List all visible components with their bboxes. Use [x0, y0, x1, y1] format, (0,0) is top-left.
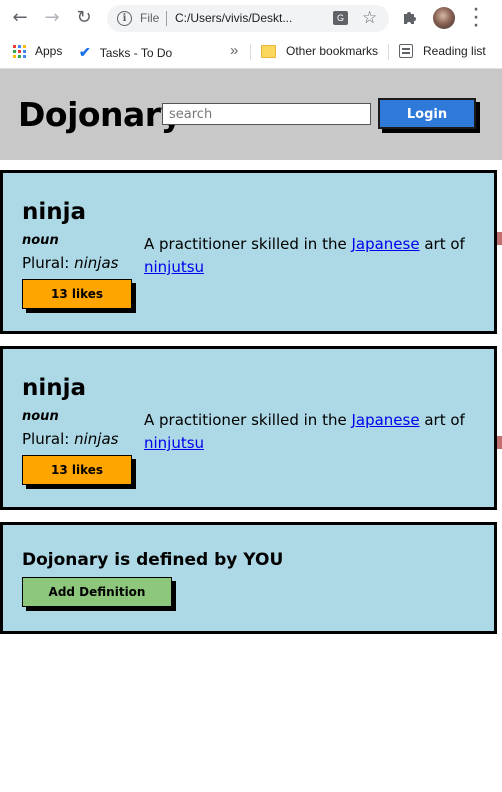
bookmark-tasks[interactable]: ✔ Tasks - To Do: [79, 44, 172, 61]
plural-label: Plural:: [22, 254, 70, 272]
definition-part: A practitioner skilled in the: [144, 235, 352, 253]
reload-icon[interactable]: ↻: [72, 6, 96, 30]
entry-word: ninja: [22, 375, 87, 401]
plural-label: Plural:: [22, 430, 70, 448]
site-header: Dojonary Login: [0, 69, 502, 160]
site-info-icon[interactable]: i: [117, 11, 132, 26]
plural-form: Plural: ninjas: [22, 430, 118, 448]
forward-arrow-icon[interactable]: →: [40, 6, 64, 30]
plural-form: Plural: ninjas: [22, 254, 118, 272]
plural-value: ninjas: [74, 430, 119, 448]
definition-part: A practitioner skilled in the: [144, 411, 352, 429]
apps-grid-icon: [13, 44, 26, 58]
extensions-puzzle-icon[interactable]: [401, 8, 419, 26]
scrollbar-marker: [497, 436, 502, 449]
likes-button[interactable]: 13 likes: [22, 279, 132, 309]
definition-part: art of: [419, 235, 465, 253]
add-definition-button[interactable]: Add Definition: [22, 577, 172, 607]
search-input[interactable]: [162, 103, 371, 125]
definition-link[interactable]: Japanese: [351, 411, 419, 429]
site-logo[interactable]: Dojonary: [18, 95, 182, 134]
bookmarks-bar: Apps ✔ Tasks - To Do » Other bookmarks R…: [0, 36, 502, 69]
url-text[interactable]: C:/Users/vivis/Deskt...: [175, 11, 292, 25]
part-of-speech: noun: [22, 409, 59, 424]
scrollbar-marker: [497, 232, 502, 245]
definition-link[interactable]: ninjutsu: [144, 258, 204, 276]
bookmark-label: Apps: [35, 44, 63, 58]
bookmark-star-icon[interactable]: ☆: [362, 8, 377, 28]
browser-menu-icon[interactable]: · · ·: [471, 3, 481, 33]
login-button[interactable]: Login: [378, 98, 476, 129]
bookmarks-divider: [388, 44, 389, 60]
likes-button[interactable]: 13 likes: [22, 455, 132, 485]
translate-icon[interactable]: G: [333, 11, 348, 25]
bookmarks-divider: [250, 44, 251, 60]
definition-text: A practitioner skilled in the Japanese a…: [144, 409, 484, 455]
part-of-speech: noun: [22, 233, 59, 248]
definition-text: A practitioner skilled in the Japanese a…: [144, 233, 484, 279]
omnibox-divider: [166, 11, 167, 26]
definition-part: art of: [419, 411, 465, 429]
plural-value: ninjas: [74, 254, 119, 272]
bookmark-label: Reading list: [423, 44, 486, 58]
definition-card: ninja noun Plural: ninjas 13 likes A pra…: [0, 170, 497, 334]
bookmark-label: Tasks - To Do: [99, 45, 173, 60]
cta-heading: Dojonary is defined by YOU: [22, 550, 284, 570]
entry-word: ninja: [22, 199, 87, 225]
definition-card: ninja noun Plural: ninjas 13 likes A pra…: [0, 346, 497, 510]
profile-avatar[interactable]: [433, 7, 455, 29]
bookmark-label: Other bookmarks: [286, 44, 379, 58]
back-arrow-icon[interactable]: ←: [8, 6, 32, 30]
check-icon: ✔: [79, 44, 91, 60]
browser-toolbar: ← → ↻ i File C:/Users/vivis/Deskt... G ☆…: [0, 0, 502, 36]
bookmark-apps[interactable]: Apps: [13, 44, 62, 58]
folder-icon: [261, 44, 276, 58]
reading-list-icon: [399, 44, 413, 58]
add-definition-card: Dojonary is defined by YOU Add Definitio…: [0, 522, 497, 634]
definition-link[interactable]: ninjutsu: [144, 434, 204, 452]
bookmark-other[interactable]: Other bookmarks: [261, 44, 378, 58]
bookmark-reading-list[interactable]: Reading list: [399, 44, 486, 58]
definition-link[interactable]: Japanese: [351, 235, 419, 253]
address-bar[interactable]: i File C:/Users/vivis/Deskt... G ☆: [107, 5, 389, 32]
scheme-label: File: [140, 11, 160, 25]
bookmarks-overflow-icon[interactable]: »: [230, 42, 238, 59]
